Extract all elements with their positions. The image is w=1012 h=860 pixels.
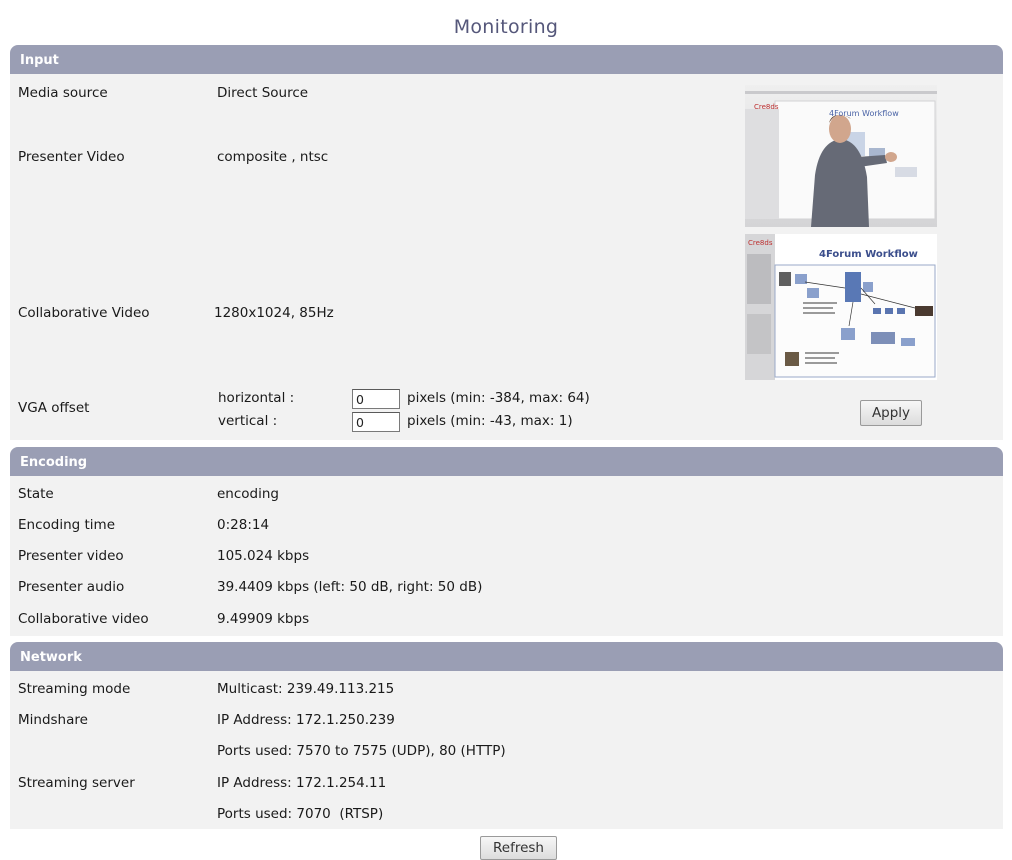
- presenter-video-value: composite , ntsc: [217, 149, 329, 165]
- vga-horizontal-label: horizontal :: [218, 390, 295, 406]
- presenter-video-rate-value: 105.024 kbps: [217, 548, 310, 564]
- input-section-header: Input: [10, 45, 1003, 74]
- presenter-slide-logo: Cre8ds: [754, 103, 779, 111]
- collaborative-video-rate-label: Collaborative video: [18, 611, 149, 627]
- collaborative-video-rate-value: 9.49909 kbps: [217, 611, 310, 627]
- vga-vertical-range: pixels (min: -43, max: 1): [407, 413, 573, 429]
- media-source-label: Media source: [18, 85, 108, 101]
- collab-slide-title: 4Forum Workflow: [819, 249, 918, 260]
- vga-vertical-input[interactable]: [352, 412, 400, 432]
- presenter-video-rate-label: Presenter video: [18, 548, 124, 564]
- streaming-mode-value: Multicast: 239.49.113.215: [217, 681, 395, 697]
- collaborative-video-thumbnail: Cre8ds 4Forum Workflow: [745, 234, 937, 380]
- vga-horizontal-range: pixels (min: -384, max: 64): [407, 390, 590, 406]
- streaming-server-ports-value: Ports used: 7070 (RTSP): [217, 806, 384, 822]
- apply-button[interactable]: Apply: [860, 400, 922, 426]
- collab-slide-logo: Cre8ds: [748, 239, 773, 247]
- streaming-server-ip-value: IP Address: 172.1.254.11: [217, 775, 387, 791]
- vga-offset-label: VGA offset: [18, 400, 90, 416]
- encoding-section-header: Encoding: [10, 447, 1003, 476]
- encoding-time-value: 0:28:14: [217, 517, 270, 533]
- media-source-value: Direct Source: [217, 85, 309, 101]
- presenter-video-label: Presenter Video: [18, 149, 125, 165]
- input-section-body: Media source Direct Source Presenter Vid…: [10, 74, 1003, 440]
- presenter-audio-label: Presenter audio: [18, 579, 125, 595]
- vga-horizontal-input[interactable]: [352, 389, 400, 409]
- network-section-body: Streaming mode Multicast: 239.49.113.215…: [10, 671, 1003, 829]
- encoding-section-body: State encoding Encoding time 0:28:14 Pre…: [10, 476, 1003, 636]
- network-section-header: Network: [10, 642, 1003, 671]
- collaborative-video-label: Collaborative Video: [18, 305, 150, 321]
- page-title: Monitoring: [453, 16, 559, 38]
- vga-vertical-label: vertical :: [218, 413, 278, 429]
- streaming-server-label: Streaming server: [18, 775, 135, 791]
- presenter-audio-value: 39.4409 kbps (left: 50 dB, right: 50 dB): [217, 579, 483, 595]
- streaming-mode-label: Streaming mode: [18, 681, 131, 697]
- refresh-button[interactable]: Refresh: [480, 836, 557, 860]
- encoding-time-label: Encoding time: [18, 517, 116, 533]
- mindshare-ports-value: Ports used: 7570 to 7575 (UDP), 80 (HTTP…: [217, 743, 506, 759]
- presenter-slide-title: 4Forum Workflow: [829, 109, 899, 118]
- state-value: encoding: [217, 486, 279, 502]
- mindshare-label: Mindshare: [18, 712, 88, 728]
- mindshare-ip-value: IP Address: 172.1.250.239: [217, 712, 395, 728]
- presenter-video-thumbnail: Cre8ds 4Forum Workflow: [745, 85, 937, 227]
- collaborative-video-value: 1280x1024, 85Hz: [214, 305, 334, 321]
- state-label: State: [18, 486, 54, 502]
